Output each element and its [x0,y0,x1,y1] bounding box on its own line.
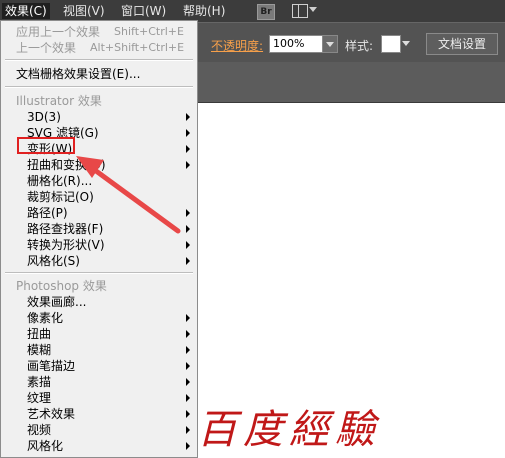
menu-item-label: 应用上一个效果 [16,25,101,39]
submenu-arrow-icon [186,241,190,249]
menu-item-pathfinder[interactable]: 路径查找器(F) [1,221,197,237]
menu-item-label: 路径(P) [27,206,68,220]
submenu-arrow-icon [186,225,190,233]
submenu-arrow-icon [186,426,190,434]
menu-item-label: 素描 [27,375,52,389]
menu-item-path[interactable]: 路径(P) [1,205,197,221]
submenu-arrow-icon [186,113,190,121]
menu-view[interactable]: 视图(V) [60,3,108,19]
menu-item-brush-strokes[interactable]: 画笔描边 [1,358,197,374]
section-header-photoshop: Photoshop 效果 [16,279,107,293]
menu-separator [5,59,193,61]
submenu-arrow-icon [186,161,190,169]
menu-item-label: 扭曲和变换(D) [27,158,106,172]
menu-item-apply-last-effect[interactable]: 应用上一个效果 Shift+Ctrl+E [1,24,197,40]
menu-item-rasterize[interactable]: 栅格化(R)... [1,173,197,189]
submenu-arrow-icon [186,346,190,354]
menu-item-label: 视频 [27,423,52,437]
menu-separator [5,272,193,274]
menu-item-label: 画笔描边 [27,359,76,373]
menu-item-label: 路径查找器(F) [27,222,104,236]
style-label: 样式: [345,39,374,53]
section-header-illustrator: Illustrator 效果 [16,94,102,108]
submenu-arrow-icon [186,362,190,370]
menu-item-shortcut: Alt+Shift+Ctrl+E [90,41,185,54]
menu-item-artistic[interactable]: 艺术效果 [1,406,197,422]
menu-item-stylize-photoshop[interactable]: 风格化 [1,438,197,454]
submenu-arrow-icon [186,330,190,338]
submenu-arrow-icon [186,129,190,137]
watermark: 百度經驗 [197,407,381,453]
style-swatch[interactable] [381,35,401,53]
submenu-arrow-icon [186,314,190,322]
highlight-box [17,137,75,154]
opacity-input[interactable]: 100% [269,35,326,53]
menu-item-raster-settings[interactable]: 文档栅格效果设置(E)... [1,66,197,82]
menu-item-distort-transform[interactable]: 扭曲和变换(D) [1,157,197,173]
menu-item-label: 文档栅格效果设置(E)... [16,67,141,81]
submenu-arrow-icon [186,394,190,402]
menu-item-label: 转换为形状(V) [27,238,105,252]
submenu-arrow-icon [186,257,190,265]
submenu-arrow-icon [186,410,190,418]
menu-item-shortcut: Shift+Ctrl+E [114,25,184,38]
menubar: 效果(C) 视图(V) 窗口(W) 帮助(H) Br [0,0,505,22]
menu-item-3d[interactable]: 3D(3) [1,109,197,125]
menu-item-crop-marks[interactable]: 裁剪标记(O) [1,189,197,205]
menu-item-label: 栅格化(R)... [27,174,93,188]
menu-item-label: 纹理 [27,391,52,405]
menu-item-stylize-illustrator[interactable]: 风格化(S) [1,253,197,269]
menu-item-label: 风格化 [27,439,64,453]
layout-grid-icon [292,4,308,18]
menu-help[interactable]: 帮助(H) [180,3,228,19]
menu-item-effect-gallery[interactable]: 效果画廊... [1,294,197,310]
menu-item-label: 效果画廊... [27,295,87,309]
submenu-arrow-icon [186,378,190,386]
menu-item-label: 上一个效果 [16,41,77,55]
menu-item-video[interactable]: 视频 [1,422,197,438]
menu-item-blur[interactable]: 模糊 [1,342,197,358]
menu-effect[interactable]: 效果(C) [2,3,50,19]
menu-separator [5,86,193,88]
effect-menu: 应用上一个效果 Shift+Ctrl+E 上一个效果 Alt+Shift+Ctr… [0,20,198,458]
chevron-down-icon [309,7,317,12]
menu-item-convert-to-shape[interactable]: 转换为形状(V) [1,237,197,253]
menu-item-distort[interactable]: 扭曲 [1,326,197,342]
opacity-label[interactable]: 不透明度: [211,37,263,54]
menu-item-last-effect[interactable]: 上一个效果 Alt+Shift+Ctrl+E [1,40,197,56]
menu-item-texture[interactable]: 纹理 [1,390,197,406]
arrange-documents-icon[interactable] [292,4,317,18]
menu-item-sketch[interactable]: 素描 [1,374,197,390]
menu-item-label: 扭曲 [27,327,52,341]
document-settings-button[interactable]: 文档设置 [426,33,498,55]
opacity-dropdown-button[interactable] [322,35,338,53]
menu-item-label: 艺术效果 [27,407,76,421]
menu-window[interactable]: 窗口(W) [118,3,169,19]
menu-item-label: 像素化 [27,311,64,325]
menu-item-label: 裁剪标记(O) [27,190,94,204]
menu-item-label: 3D(3) [27,110,61,124]
submenu-arrow-icon [186,442,190,450]
submenu-arrow-icon [186,145,190,153]
menu-item-label: 模糊 [27,343,52,357]
menu-item-label: 风格化(S) [27,254,80,268]
bridge-button[interactable]: Br [257,4,275,20]
submenu-arrow-icon [186,209,190,217]
menu-item-pixelate[interactable]: 像素化 [1,310,197,326]
chevron-down-icon[interactable] [402,41,410,46]
